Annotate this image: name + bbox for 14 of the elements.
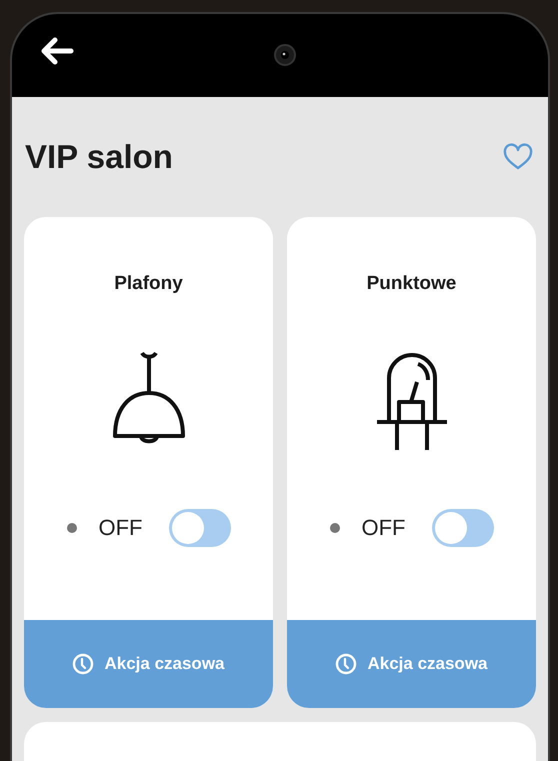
state-label: OFF (362, 515, 406, 541)
device-name: Punktowe (366, 273, 456, 295)
device-name: Plafony (114, 273, 183, 295)
clock-icon (72, 653, 94, 675)
power-toggle[interactable] (168, 509, 230, 547)
power-toggle[interactable] (432, 509, 494, 547)
favorite-heart-icon[interactable] (502, 143, 534, 171)
camera-icon (274, 44, 296, 66)
page-title: VIP salon (25, 137, 173, 177)
timed-action-button[interactable]: Akcja czasowa (24, 620, 273, 708)
back-arrow-icon (40, 36, 74, 64)
clock-icon (335, 653, 358, 675)
timed-action-button[interactable]: Akcja czasowa (287, 620, 536, 708)
state-label: OFF (98, 515, 142, 541)
